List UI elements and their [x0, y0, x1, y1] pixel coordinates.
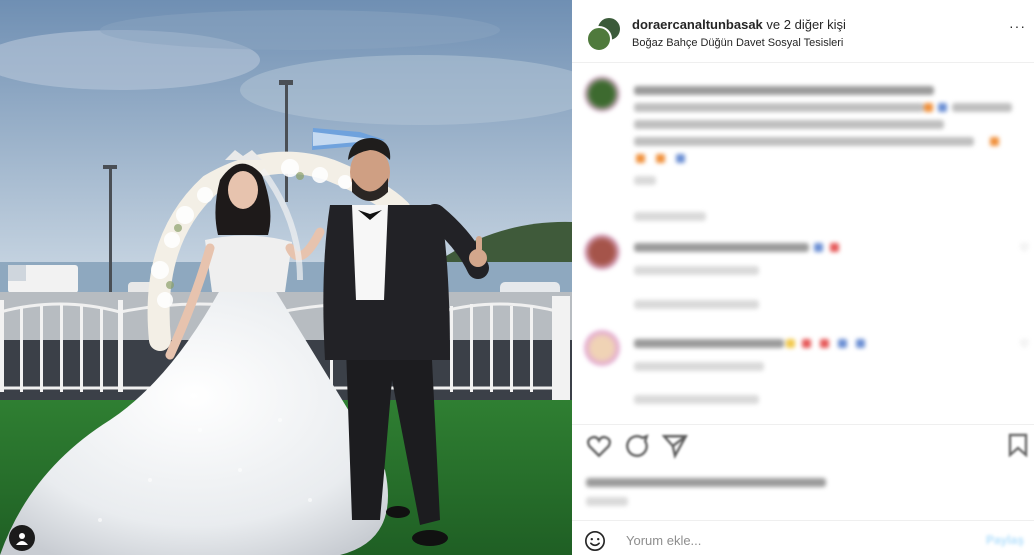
share-icon[interactable]	[662, 433, 688, 459]
heart-icon[interactable]: ♡	[1020, 243, 1029, 254]
post-side-panel: doraercanaltunbasak ve 2 diğer kişi Boğa…	[572, 0, 1034, 555]
emoji-icon	[830, 243, 839, 252]
avatar[interactable]	[584, 330, 620, 366]
heart-icon[interactable]: ♡	[1020, 339, 1029, 350]
emoji-icon	[856, 339, 865, 348]
comment-meta	[634, 362, 764, 371]
timestamp	[634, 176, 656, 185]
post-location[interactable]: Boğaz Bahçe Düğün Davet Sosyal Tesisleri	[632, 37, 843, 49]
comment-text	[634, 339, 784, 348]
emoji-icon	[938, 103, 947, 112]
emoji-icon[interactable]	[584, 530, 606, 552]
avatar[interactable]	[584, 76, 620, 112]
emoji-icon	[676, 154, 685, 163]
divider	[572, 62, 1034, 63]
avatar[interactable]	[586, 26, 612, 52]
post-photo[interactable]	[0, 0, 572, 555]
emoji-icon	[786, 339, 795, 348]
avatar-group[interactable]	[586, 16, 622, 52]
post-actions-bar	[572, 425, 1034, 465]
emoji-icon	[820, 339, 829, 348]
caption-line	[634, 86, 934, 95]
likes-count[interactable]	[586, 478, 826, 487]
caption-line	[634, 120, 944, 129]
bookmark-icon[interactable]	[1008, 433, 1028, 457]
emoji-icon	[802, 339, 811, 348]
emoji-icon	[990, 137, 999, 146]
collaborators-label[interactable]: ve 2 diğer kişi	[766, 17, 845, 32]
view-replies[interactable]	[634, 300, 759, 309]
avatar[interactable]	[584, 234, 620, 270]
emoji-icon	[814, 243, 823, 252]
wedding-photo	[0, 0, 572, 555]
emoji-icon	[656, 154, 665, 163]
author-username[interactable]: doraercanaltunbasak	[632, 17, 763, 32]
post-authors: doraercanaltunbasak ve 2 diğer kişi	[632, 17, 846, 32]
view-replies[interactable]	[634, 395, 759, 404]
post-comment-button[interactable]: Paylaş	[986, 533, 1024, 547]
caption-line	[952, 103, 1012, 112]
heart-icon[interactable]	[586, 433, 612, 459]
emoji-icon	[924, 103, 933, 112]
post-header: doraercanaltunbasak ve 2 diğer kişi Boğa…	[572, 0, 1034, 62]
comment-icon[interactable]	[624, 433, 650, 459]
emoji-icon	[636, 154, 645, 163]
comment-meta	[634, 266, 759, 275]
caption-line	[634, 103, 924, 112]
more-options-icon[interactable]: ···	[1009, 18, 1026, 34]
emoji-icon	[838, 339, 847, 348]
edited-label	[634, 212, 706, 221]
tagged-user-icon[interactable]	[9, 525, 35, 551]
post-date	[586, 497, 628, 506]
caption-line	[634, 137, 974, 146]
add-comment-bar: Paylaş	[572, 520, 1034, 556]
comment-text	[634, 243, 809, 252]
comment-input[interactable]	[624, 529, 968, 551]
